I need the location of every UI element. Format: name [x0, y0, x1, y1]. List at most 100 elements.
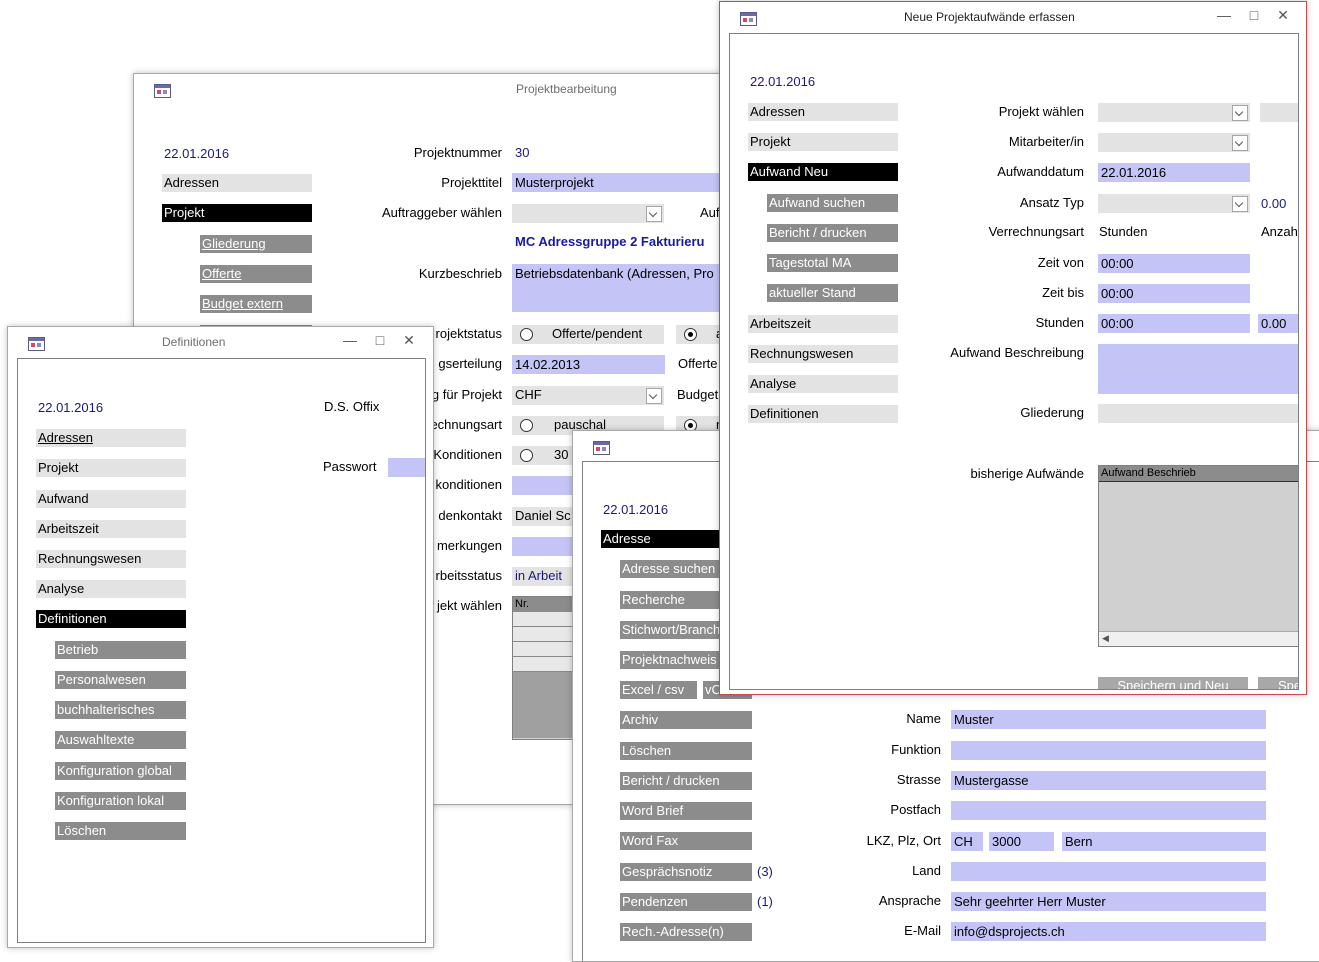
passwort-field[interactable] [388, 458, 425, 477]
radio-icon[interactable] [520, 328, 533, 341]
plz-field[interactable]: 3000 [989, 832, 1054, 851]
mitarbeiter-label: Mitarbeiter/in [1008, 134, 1084, 149]
status-option-1[interactable]: Offerte/pendent [512, 325, 664, 344]
nav-aufwand-neu[interactable]: Aufwand Neu [748, 163, 898, 181]
maximize-icon[interactable]: □ [1244, 7, 1264, 23]
title-bar[interactable]: Definitionen — □ ✕ [8, 327, 433, 357]
nav-projekt[interactable]: Projekt [748, 133, 898, 151]
postfach-field[interactable] [951, 801, 1266, 820]
sub-betrieb[interactable]: Betrieb [55, 641, 186, 659]
form-icon [593, 441, 610, 455]
sub-konfiguration-lokal[interactable]: Konfiguration lokal [55, 792, 186, 810]
nav-aufwand[interactable]: Aufwand [36, 490, 186, 508]
zeit-bis-field[interactable]: 00:00 [1098, 284, 1250, 303]
form-icon [154, 84, 171, 98]
nav-projekt[interactable]: Projekt [162, 204, 312, 222]
sub-bericht-drucken[interactable]: Bericht / drucken [620, 772, 752, 790]
lkz-field[interactable]: CH [951, 832, 983, 851]
scroll-left-icon[interactable]: ◀ [1102, 633, 1109, 644]
nav-analyse[interactable]: Analyse [748, 375, 898, 393]
zeit-von-field[interactable]: 00:00 [1098, 254, 1250, 273]
definitionen-window: Definitionen — □ ✕ 22.01.2016 D.S. Offix… [7, 326, 434, 948]
aufwanddatum-field[interactable]: 22.01.2016 [1098, 163, 1250, 182]
scrollbar-horizontal[interactable]: ◀ [1099, 631, 1298, 646]
verrechnungsart-value: Stunden [1099, 224, 1148, 239]
chevron-down-icon[interactable] [646, 206, 662, 222]
name-field[interactable]: Muster [951, 710, 1266, 729]
projekt-combo[interactable] [1098, 103, 1250, 122]
nav-adressen[interactable]: Adressen [162, 174, 312, 192]
nav-rechnungswesen[interactable]: Rechnungswesen [748, 345, 898, 363]
nav-projekt[interactable]: Projekt [36, 459, 186, 477]
auftragserteilung-field[interactable]: 14.02.2013 [512, 355, 665, 374]
beschreibung-field[interactable] [1098, 344, 1298, 394]
sub-pendenzen[interactable]: Pendenzen [620, 893, 752, 911]
chevron-down-icon[interactable] [1232, 135, 1248, 151]
chevron-down-icon[interactable] [646, 388, 662, 404]
sub-loeschen[interactable]: Löschen [620, 742, 752, 760]
nav-adressen[interactable]: Adressen [748, 103, 898, 121]
stunden-betrag-field[interactable]: 0.00 [1258, 314, 1298, 333]
email-field[interactable]: info@dsprojects.ch [951, 922, 1266, 941]
nav-rechnungswesen[interactable]: Rechnungswesen [36, 550, 186, 568]
sub-bericht-drucken[interactable]: Bericht / drucken [767, 224, 898, 242]
nav-offerte[interactable]: Offerte [200, 265, 312, 283]
sub-konfiguration-global[interactable]: Konfiguration global [55, 762, 186, 780]
waehrung-combo[interactable]: CHF [512, 386, 664, 405]
sub-loeschen[interactable]: Löschen [55, 822, 186, 840]
close-icon[interactable]: ✕ [399, 332, 419, 349]
sub-gespraechsnotiz[interactable]: Gesprächsnotiz [620, 863, 752, 881]
nav-budget-extern[interactable]: Budget extern [200, 295, 312, 313]
funktion-field[interactable] [951, 741, 1266, 760]
speichern-button[interactable]: Speic [1258, 677, 1298, 689]
sub-aktueller-stand[interactable]: aktueller Stand [767, 284, 898, 302]
chevron-down-icon[interactable] [1232, 105, 1248, 121]
maximize-icon[interactable]: □ [370, 332, 390, 348]
passwort-label: Passwort [323, 459, 377, 474]
strasse-field[interactable]: Mustergasse [951, 771, 1266, 790]
stunden-field[interactable]: 00:00 [1098, 314, 1250, 333]
bisherige-grid[interactable]: Aufwand Beschrieb ◀ [1098, 465, 1298, 647]
title-bar[interactable]: Projektbearbeitung [134, 74, 774, 104]
auftraggeber-combo[interactable] [512, 204, 664, 223]
gliederung-label: Gliederung [1020, 405, 1084, 420]
sub-aufwand-suchen[interactable]: Aufwand suchen [767, 194, 898, 212]
nav-adresse[interactable]: Adresse [601, 530, 733, 548]
land-field[interactable] [951, 862, 1266, 881]
mitarbeiter-combo[interactable] [1098, 133, 1250, 152]
nav-arbeitszeit[interactable]: Arbeitszeit [36, 520, 186, 538]
offerte-label: Offerte [678, 356, 718, 371]
nav-definitionen[interactable]: Definitionen [748, 405, 898, 423]
sub-word-brief[interactable]: Word Brief [620, 802, 752, 820]
nav-arbeitszeit[interactable]: Arbeitszeit [748, 315, 898, 333]
radio-icon[interactable] [520, 449, 533, 462]
sub-excel-csv[interactable]: Excel / csv [620, 681, 697, 699]
sub-personalwesen[interactable]: Personalwesen [55, 671, 186, 689]
nav-definitionen[interactable]: Definitionen [36, 610, 186, 628]
ansprache-field[interactable]: Sehr geehrter Herr Muster [951, 892, 1266, 911]
gliederung-combo[interactable] [1098, 404, 1298, 423]
sub-buchhalterisches[interactable]: buchhalterisches [55, 701, 186, 719]
ansatz-typ-combo[interactable] [1098, 194, 1250, 213]
close-icon[interactable]: ✕ [1273, 7, 1293, 24]
arbeitsstatus-value: in Arbeit [515, 568, 562, 583]
minimize-icon[interactable]: — [1214, 7, 1234, 23]
title-bar[interactable]: Neue Projektaufwände erfassen — □ ✕ [720, 2, 1306, 32]
ansatz-typ-label: Ansatz Typ [1019, 195, 1084, 210]
sub-rech-adresse[interactable]: Rech.-Adresse(n) [620, 923, 752, 941]
postfach-label: Postfach [890, 802, 941, 817]
chevron-down-icon[interactable] [1232, 196, 1248, 212]
radio-selected-icon[interactable] [684, 328, 697, 341]
nav-gliederung[interactable]: Gliederung [200, 235, 312, 253]
sub-tagestotal[interactable]: Tagestotal MA [767, 254, 898, 272]
nav-adressen[interactable]: Adressen [36, 429, 186, 447]
speichern-neu-button[interactable]: Speichern und Neu [1098, 677, 1248, 689]
radio-icon[interactable] [520, 419, 533, 432]
sub-archiv[interactable]: Archiv [620, 711, 752, 729]
sub-word-fax[interactable]: Word Fax [620, 832, 752, 850]
minimize-icon[interactable]: — [340, 332, 360, 348]
ort-field[interactable]: Bern [1062, 832, 1266, 851]
projekt-extra-field[interactable] [1260, 103, 1298, 122]
nav-analyse[interactable]: Analyse [36, 580, 186, 598]
sub-auswahltexte[interactable]: Auswahltexte [55, 731, 186, 749]
